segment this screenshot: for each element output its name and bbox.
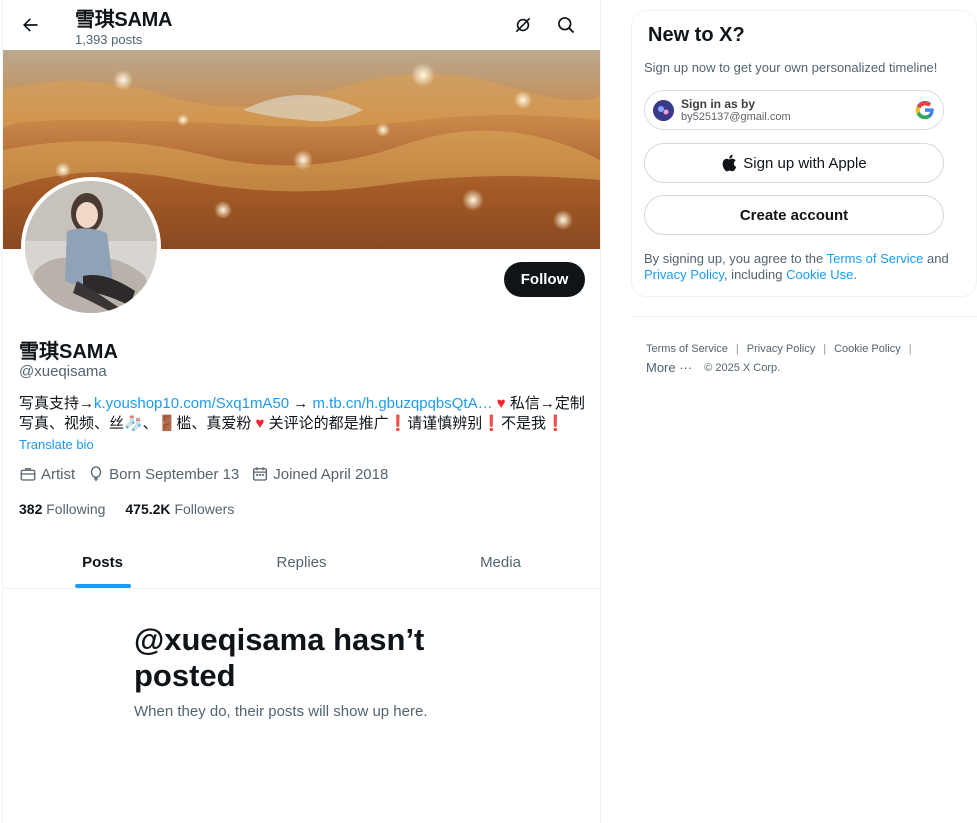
terms-text: and — [923, 251, 949, 266]
header-name: 雪琪SAMA — [75, 9, 173, 31]
profile-column: 雪琪SAMA 1,393 posts Follow 雪琪SAMA @xueqis… — [2, 0, 601, 823]
bio-link-taobao[interactable]: m.tb.cn/h.gbuzqpqbsQtA… — [312, 395, 492, 412]
bio-link-youshop[interactable]: k.youshop10.com/Sxq1mA50 — [94, 395, 289, 412]
apple-signup-label: Sign up with Apple — [743, 154, 867, 172]
tab-label: Posts — [82, 554, 123, 571]
google-signin-label: Sign in as by — [681, 97, 756, 111]
back-button[interactable] — [13, 8, 47, 42]
search-icon — [558, 17, 575, 34]
birthday-text: Born September 13 — [109, 465, 240, 483]
followers-count: 475.2K — [125, 501, 171, 517]
footer-copyright: © 2025 X Corp. — [704, 361, 781, 374]
tab-label: Replies — [276, 554, 327, 571]
calendar-icon — [253, 467, 268, 481]
bio-text: 写真、视频、丝🧦、🚪槛、真爱粉 — [19, 415, 256, 432]
bio-text: 关评论的都是推广❗请谨慎辨别❗不是我❗ — [264, 415, 565, 432]
joined-text: Joined April 2018 — [273, 465, 389, 483]
apple-logo-icon — [722, 154, 737, 172]
followers-label: Followers — [174, 501, 235, 517]
create-account-button[interactable]: Create account — [644, 195, 944, 235]
signup-subtitle: Sign up now to get your own personalized… — [644, 60, 938, 75]
display-name: 雪琪SAMA — [19, 341, 118, 363]
profile-bio: 写真支持→k.youshop10.com/Sxq1mA50 → m.tb.cn/… — [19, 394, 594, 434]
empty-state-title: @xueqisama hasn’t posted — [134, 622, 425, 693]
tab-label: Media — [480, 554, 521, 571]
profile-avatar[interactable] — [21, 177, 161, 317]
signup-card: New to X? Sign up now to get your own pe… — [631, 10, 977, 297]
briefcase-icon — [20, 468, 36, 481]
bio-text: 写真支持→ — [19, 395, 95, 412]
following-label: Following — [46, 501, 106, 517]
category-text: Artist — [41, 465, 76, 483]
meta-birthday: Born September 13 — [87, 465, 239, 483]
follow-stats: 382 Following 475.2K Followers — [19, 501, 254, 517]
signup-title: New to X? — [648, 24, 745, 46]
bio-text: 私信→定制 — [509, 395, 585, 412]
footer-cookie-link[interactable]: Cookie Policy — [834, 343, 901, 355]
grok-icon — [515, 17, 531, 33]
privacy-policy-link[interactable]: Privacy Policy — [644, 267, 724, 282]
google-account-avatar — [653, 100, 674, 121]
back-arrow-icon — [23, 18, 38, 32]
heart-emoji: ♥ — [492, 395, 510, 412]
follow-button[interactable]: Follow — [504, 262, 585, 297]
create-account-label: Create account — [739, 206, 849, 224]
top-bar: 雪琪SAMA 1,393 posts — [3, 0, 600, 50]
footer-separator: | — [735, 343, 739, 355]
terms-of-service-link[interactable]: Terms of Service — [827, 251, 924, 266]
profile-tabs: Posts Replies Media — [3, 537, 600, 589]
search-button[interactable] — [549, 8, 583, 42]
terms-text: , including — [723, 267, 787, 282]
empty-state-subtitle: When they do, their posts will show up h… — [134, 703, 428, 720]
following-count: 382 — [19, 501, 43, 517]
footer-terms-link[interactable]: Terms of Service — [646, 343, 728, 355]
tab-media[interactable]: Media — [401, 537, 600, 588]
sidebar-divider — [631, 316, 977, 317]
footer-privacy-link[interactable]: Privacy Policy — [747, 343, 815, 355]
translate-bio-link[interactable]: Translate bio — [19, 437, 94, 452]
active-tab-indicator — [74, 584, 131, 588]
footer-more-link[interactable]: More ··· — [646, 360, 692, 375]
profile-meta: Artist Born September 13 Joined April 20… — [19, 465, 400, 483]
google-account-email: by525137@gmail.com — [681, 111, 791, 123]
followers-link[interactable]: 475.2K Followers — [125, 501, 234, 517]
footer-separator: | — [908, 343, 912, 355]
google-logo-icon — [915, 100, 935, 125]
cookie-use-link[interactable]: Cookie Use — [786, 267, 853, 282]
avatar-image — [25, 181, 157, 313]
footer-links: Terms of Service | Privacy Policy | Cookie P… — [646, 338, 946, 360]
apple-signup-button[interactable]: Sign up with Apple — [644, 143, 944, 183]
terms-text: By signing up, you agree to the — [644, 251, 827, 266]
meta-joined: Joined April 2018 — [251, 465, 388, 483]
google-signin-button[interactable]: Sign in as by by525137@gmail.com — [644, 90, 944, 130]
meta-category: Artist — [19, 465, 75, 483]
header-posts-count: 1,393 posts — [75, 32, 143, 47]
grok-button[interactable] — [506, 8, 540, 42]
terms-text: . — [853, 267, 857, 282]
tab-replies[interactable]: Replies — [202, 537, 401, 588]
following-link[interactable]: 382 Following — [19, 501, 105, 517]
username-handle: @xueqisama — [19, 363, 107, 380]
signup-terms: By signing up, you agree to the Terms of… — [644, 251, 964, 283]
tab-posts[interactable]: Posts — [3, 537, 202, 588]
footer-separator: | — [823, 343, 827, 355]
footer-row: More ··· © 2025 X Corp. — [646, 360, 780, 375]
bio-text: → — [289, 395, 313, 412]
balloon-icon — [90, 466, 102, 482]
